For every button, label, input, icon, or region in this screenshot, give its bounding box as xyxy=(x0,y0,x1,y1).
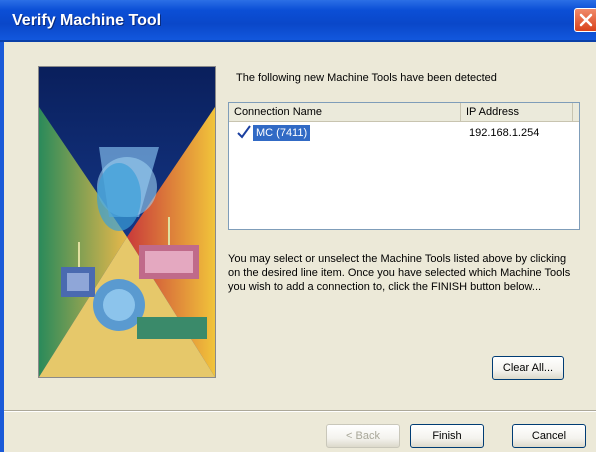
checkmark-icon[interactable] xyxy=(237,125,251,139)
close-icon xyxy=(579,13,593,27)
window-title: Verify Machine Tool xyxy=(12,12,162,29)
clear-all-button[interactable]: Clear All... xyxy=(492,356,564,380)
wizard-artwork xyxy=(38,66,216,378)
window-frame-left xyxy=(0,42,4,452)
column-header-ip-address[interactable]: IP Address xyxy=(461,103,573,121)
list-item[interactable]: MC (7411) 192.168.1.254 xyxy=(229,125,579,141)
machine-list[interactable]: Connection Name IP Address MC (7411) 192… xyxy=(228,102,580,230)
detected-label: The following new Machine Tools have bee… xyxy=(236,72,497,84)
title-bar: Verify Machine Tool xyxy=(0,0,596,42)
back-button[interactable]: < Back xyxy=(326,424,400,448)
close-button[interactable] xyxy=(574,8,596,32)
footer-divider xyxy=(4,410,596,412)
artwork-image xyxy=(39,67,215,377)
ip-address: 192.168.1.254 xyxy=(469,127,540,139)
list-header: Connection Name IP Address xyxy=(229,103,579,122)
finish-button[interactable]: Finish xyxy=(410,424,484,448)
instructions-text: You may select or unselect the Machine T… xyxy=(228,253,571,293)
column-header-connection-name[interactable]: Connection Name xyxy=(229,103,461,121)
cancel-button[interactable]: Cancel xyxy=(512,424,586,448)
connection-name: MC (7411) xyxy=(253,125,311,141)
